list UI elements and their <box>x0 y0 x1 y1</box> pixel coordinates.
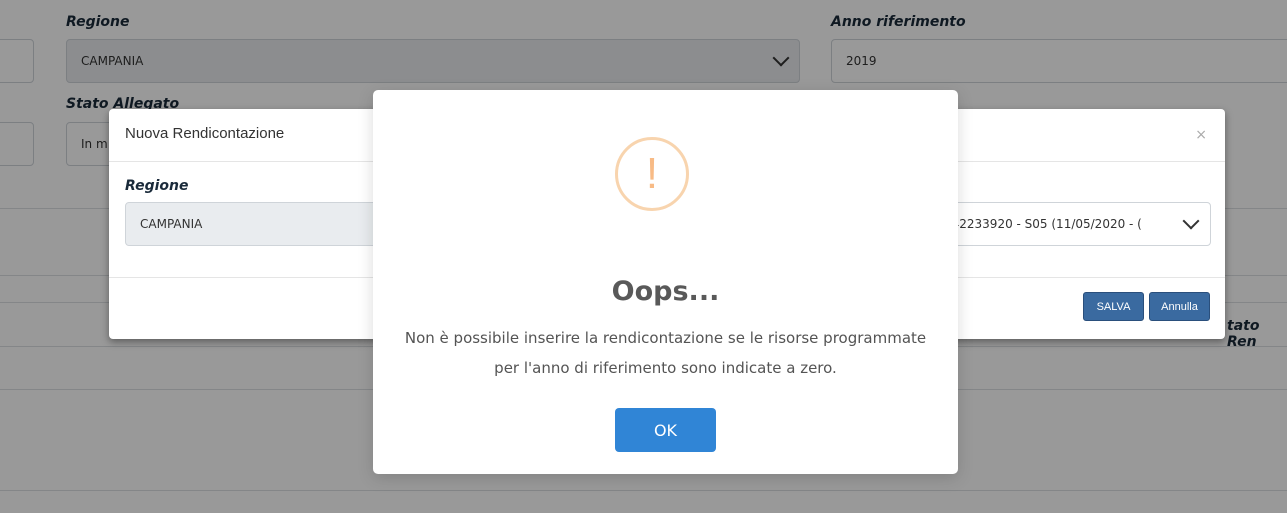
modal-allegato-value: 142233920 - S05 (11/05/2020 - ( <box>944 217 1142 231</box>
save-button[interactable]: SALVA <box>1083 292 1144 321</box>
close-icon[interactable]: × <box>1195 127 1207 143</box>
modal-regione-select[interactable]: CAMPANIA <box>125 202 385 246</box>
alert-message: Non è possibile inserire la rendicontazi… <box>404 329 927 377</box>
cancel-button[interactable]: Annulla <box>1149 292 1210 321</box>
chevron-down-icon <box>1182 212 1200 230</box>
modal-title: Nuova Rendicontazione <box>125 125 285 142</box>
modal-regione-value: CAMPANIA <box>140 217 203 231</box>
alert-dialog: ! Oops... Non è possibile inserire la re… <box>373 90 958 474</box>
modal-regione-label: Regione <box>125 178 189 194</box>
alert-title: Oops... <box>611 276 720 307</box>
ok-button[interactable]: OK <box>615 408 716 452</box>
warning-icon-glyph: ! <box>645 149 659 198</box>
warning-icon: ! <box>615 137 689 211</box>
